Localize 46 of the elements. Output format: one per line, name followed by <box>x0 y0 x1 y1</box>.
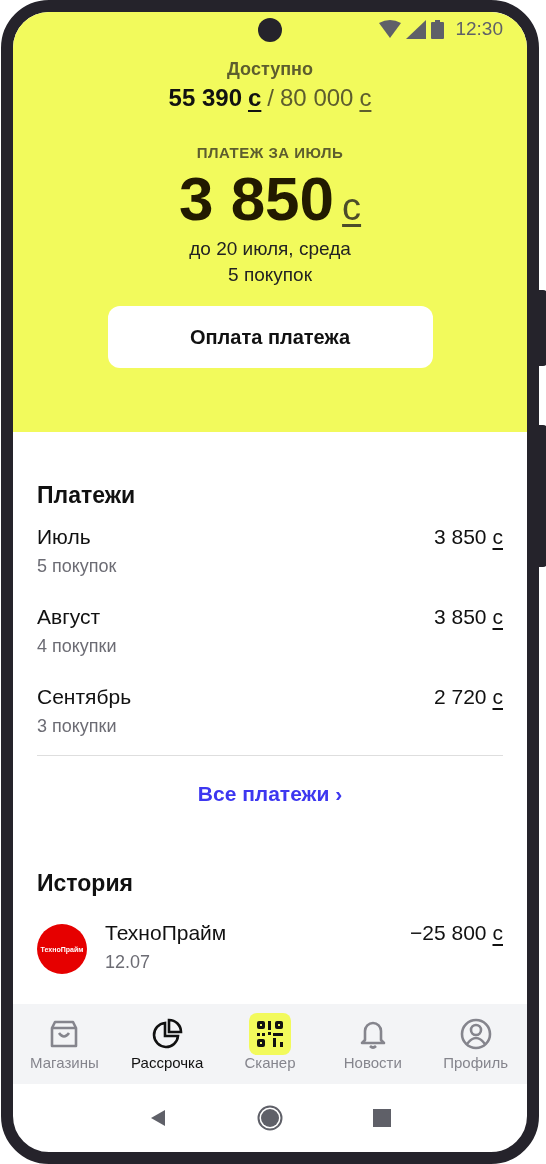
back-icon[interactable] <box>149 1109 167 1127</box>
wifi-icon <box>379 20 402 38</box>
purchase-count: 5 покупок <box>37 556 117 577</box>
section-title: История <box>37 870 134 897</box>
limit-amount: 80 000 <box>280 84 354 112</box>
section-title: Платежи <box>37 482 137 509</box>
profile-icon <box>459 1017 492 1050</box>
tab[interactable]: Профиль <box>424 1004 527 1084</box>
payment-amount: 3 850 <box>178 163 335 234</box>
home-icon[interactable] <box>257 1105 283 1131</box>
all-payments-link[interactable]: Все платежи › <box>197 782 343 806</box>
month-name: Июль <box>37 525 92 549</box>
currency-sign: с <box>248 84 262 112</box>
available-amount: 55 390 <box>168 84 242 112</box>
due-date: до 20 июля, среда <box>189 238 351 260</box>
battery-icon <box>431 19 445 39</box>
payment-amount: 3 850 <box>433 525 487 549</box>
payment-amount: 3 850 <box>433 605 487 629</box>
purchase-count: 3 покупки <box>37 716 118 737</box>
purchase-count: 5 покупок <box>228 264 312 286</box>
available-label: Доступно <box>227 59 313 80</box>
payment-amount: 2 720 <box>433 685 487 709</box>
tab[interactable]: Рассрочка <box>115 1004 219 1084</box>
tab[interactable]: Новости <box>321 1004 425 1084</box>
currency-sign: с <box>359 84 372 112</box>
currency-sign: с <box>342 186 362 229</box>
purchase-count: 4 покупки <box>37 636 117 657</box>
tab[interactable]: Сканер <box>218 1004 322 1084</box>
pie-chart-icon <box>151 1017 184 1050</box>
purchase-date: 12.07 <box>105 952 152 973</box>
separator: / <box>267 84 274 112</box>
currency-sign: с <box>492 921 503 945</box>
pay-button[interactable]: Оплата платежа <box>107 306 433 368</box>
store-name: ТехноПрайм <box>105 921 228 945</box>
status-time: 12:30 <box>455 18 503 40</box>
payment-label: ПЛАТЕЖ ЗА ИЮЛЬ <box>196 144 344 161</box>
currency-sign: с <box>492 685 503 709</box>
purchase-amount: −25 800 <box>410 921 487 945</box>
month-name: Сентябрь <box>37 685 132 709</box>
month-name: Август <box>37 605 102 629</box>
qr-code-icon <box>249 1012 291 1055</box>
currency-sign: с <box>492 525 503 549</box>
signal-icon <box>406 19 427 39</box>
tab[interactable]: Магазины <box>13 1004 116 1084</box>
currency-sign: с <box>492 605 503 629</box>
front-camera-icon <box>258 18 282 42</box>
